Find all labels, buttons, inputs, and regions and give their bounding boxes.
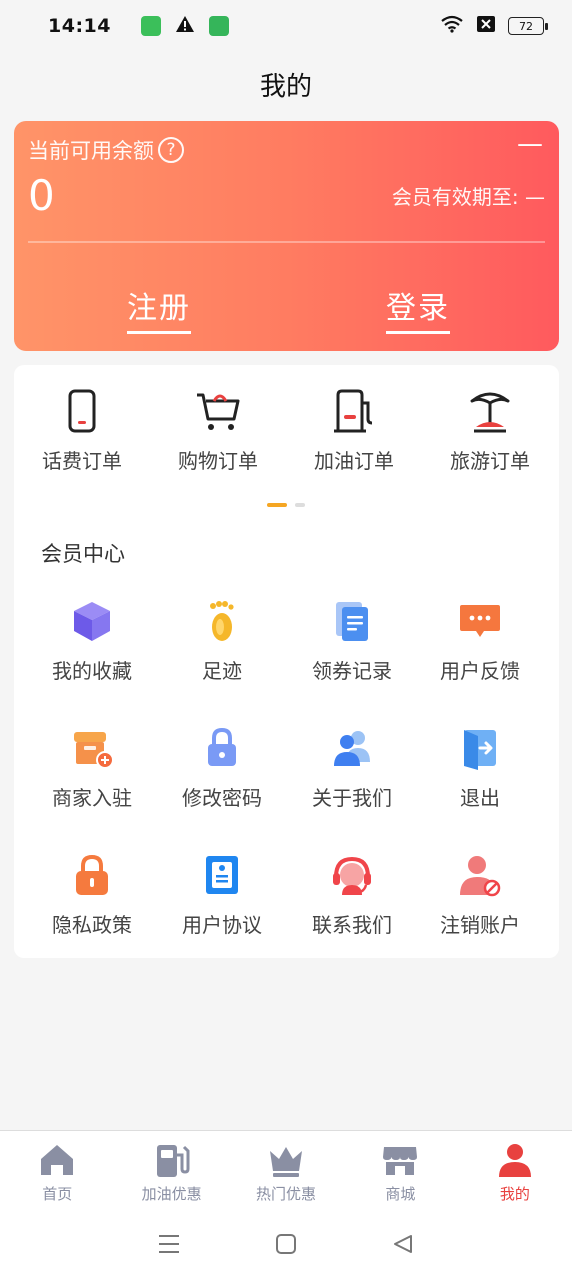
page-indicator [267, 503, 305, 507]
tab-mall[interactable]: 商城 [343, 1131, 457, 1208]
grid-label: 商家入驻 [52, 786, 132, 810]
order-label: 话费订单 [42, 449, 122, 473]
square-icon [275, 1234, 296, 1254]
app-notification-icon [140, 16, 161, 36]
pager-dot-active [267, 503, 287, 507]
tab-label: 热门优惠 [256, 1185, 317, 1203]
menu-icon [158, 1235, 179, 1253]
wifi-icon [440, 15, 464, 38]
balance-top-right: — [517, 129, 543, 159]
footprints-button[interactable]: 足迹 [152, 599, 292, 684]
bottom-tab-bar: 首页 加油优惠 热门优惠 商城 我的 [0, 1130, 572, 1208]
grid-label: 修改密码 [182, 786, 262, 810]
tab-label: 商城 [385, 1185, 416, 1203]
contact-us-button[interactable]: 联系我们 [282, 853, 422, 938]
lock-icon [208, 727, 236, 766]
store-add-icon [74, 732, 114, 769]
user-icon [498, 1144, 531, 1177]
cancel-account-button[interactable]: 注销账户 [410, 853, 550, 938]
warning-icon [175, 15, 195, 38]
home-nav-button[interactable] [272, 1230, 300, 1258]
about-us-button[interactable]: 关于我们 [282, 726, 422, 811]
change-password-button[interactable]: 修改密码 [152, 726, 292, 811]
order-shopping[interactable]: 购物订单 [153, 387, 283, 474]
order-phone-bill[interactable]: 话费订单 [17, 387, 147, 474]
grid-label: 用户反馈 [440, 659, 520, 683]
shield-icon [208, 16, 229, 36]
status-time: 14:14 [48, 15, 111, 37]
home-icon [41, 1145, 74, 1175]
membership-expiry: 会员有效期至: — [391, 185, 545, 209]
tab-mine[interactable]: 我的 [458, 1131, 572, 1208]
battery-icon: 72 [508, 17, 548, 35]
sim-blocked-icon [476, 15, 496, 38]
grid-label: 注销账户 [440, 913, 520, 937]
my-favorites-button[interactable]: 我的收藏 [22, 599, 162, 684]
status-bar: 14:14 72 [0, 0, 572, 52]
member-center-title: 会员中心 [41, 542, 125, 566]
register-button[interactable]: 注册 [127, 283, 191, 334]
order-label: 购物订单 [178, 449, 258, 473]
grid-label: 用户协议 [182, 913, 262, 937]
orders-panel: 话费订单 购物订单 加油订单 旅游订单 [14, 365, 559, 523]
user-agreement-button[interactable]: 用户协议 [152, 853, 292, 938]
back-nav-button[interactable] [389, 1230, 417, 1258]
user-feedback-button[interactable]: 用户反馈 [410, 599, 550, 684]
member-center-panel: 会员中心 我的收藏 足迹 领券记录 用户反馈 商家入驻 修改密码 关于我们 退出… [14, 523, 559, 958]
tab-home[interactable]: 首页 [0, 1131, 114, 1208]
logout-button[interactable]: 退出 [410, 726, 550, 811]
balance-label: 当前可用余额 [28, 139, 154, 163]
pager-dot [295, 503, 305, 507]
shop-icon [383, 1147, 418, 1175]
agreement-icon [206, 856, 238, 894]
page-title: 我的 [259, 72, 312, 102]
system-nav-bar [0, 1208, 572, 1280]
order-label: 加油订单 [314, 449, 394, 473]
cube-icon [74, 602, 110, 641]
cart-icon [197, 393, 240, 430]
grid-label: 退出 [460, 786, 500, 810]
headset-icon [333, 856, 371, 895]
order-label: 旅游订单 [450, 449, 530, 473]
privacy-policy-button[interactable]: 隐私政策 [22, 853, 162, 938]
grid-label: 联系我们 [312, 913, 392, 937]
balance-card: 当前可用余额 ? — 0 会员有效期至: — 注册 登录 [14, 121, 559, 351]
fuel-pump-icon [156, 1145, 190, 1177]
crown-icon [270, 1147, 303, 1177]
fuel-icon [334, 389, 373, 433]
merchant-join-button[interactable]: 商家入驻 [22, 726, 162, 811]
phone-icon [68, 389, 96, 433]
message-icon [460, 605, 500, 637]
tab-label: 加油优惠 [141, 1185, 202, 1203]
card-divider [28, 241, 545, 243]
order-fuel[interactable]: 加油订单 [289, 387, 419, 474]
tab-hot-deals[interactable]: 热门优惠 [229, 1131, 343, 1208]
padlock-icon [76, 854, 108, 895]
palm-tree-icon [470, 392, 510, 433]
menu-nav-button[interactable] [155, 1230, 183, 1258]
grid-label: 足迹 [202, 659, 242, 683]
document-icon [336, 602, 368, 641]
tab-label: 我的 [499, 1185, 530, 1203]
balance-label-row: 当前可用余额 ? [28, 135, 184, 165]
users-icon [334, 731, 370, 766]
login-button[interactable]: 登录 [386, 283, 450, 334]
grid-label: 隐私政策 [52, 913, 132, 937]
grid-label: 领券记录 [312, 659, 392, 683]
help-icon[interactable]: ? [158, 137, 184, 163]
grid-label: 关于我们 [312, 786, 392, 810]
balance-value: 0 [28, 171, 55, 220]
coupon-records-button[interactable]: 领券记录 [282, 599, 422, 684]
order-travel[interactable]: 旅游订单 [425, 387, 555, 474]
user-cancel-icon [460, 856, 501, 897]
footprint-icon [210, 601, 234, 641]
grid-label: 我的收藏 [52, 659, 132, 683]
tab-fuel-deals[interactable]: 加油优惠 [114, 1131, 228, 1208]
tab-label: 首页 [42, 1185, 73, 1203]
back-triangle-icon [394, 1235, 413, 1253]
exit-icon [464, 730, 496, 770]
